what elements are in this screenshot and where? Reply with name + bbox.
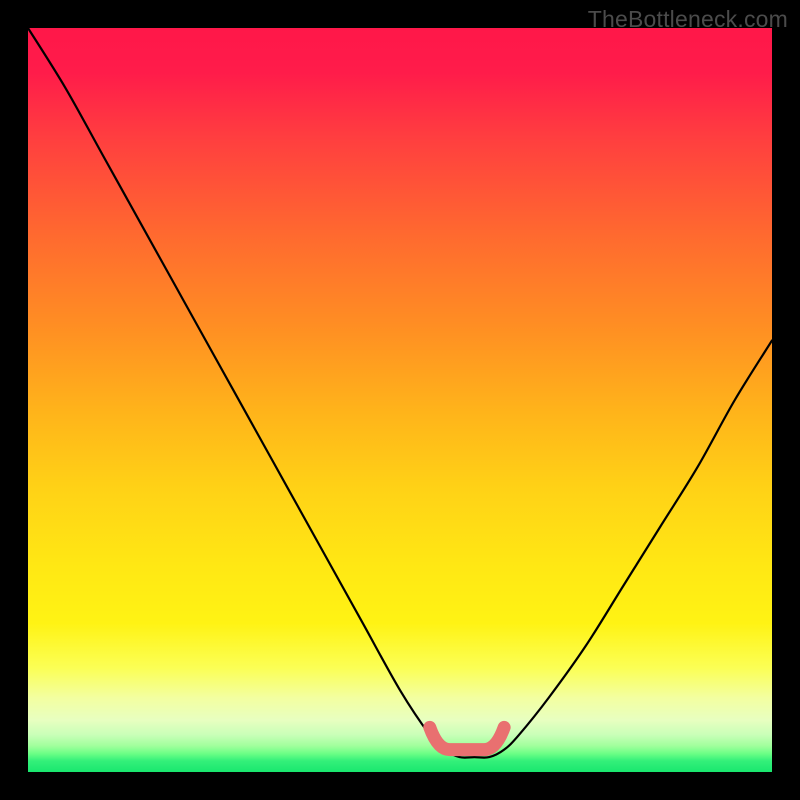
optimal-highlight bbox=[430, 727, 504, 749]
gradient-plot-area bbox=[28, 28, 772, 772]
chart-frame: TheBottleneck.com bbox=[0, 0, 800, 800]
curve-layer bbox=[28, 28, 772, 772]
bottleneck-curve bbox=[28, 28, 772, 758]
